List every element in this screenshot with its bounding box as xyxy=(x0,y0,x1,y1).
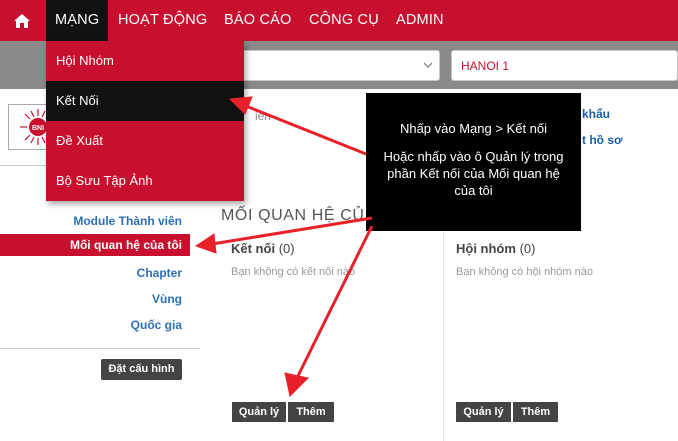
sidebar-item-chapter[interactable]: Chapter xyxy=(137,266,182,280)
connections-panel-header: Kết nối (0) xyxy=(231,241,295,256)
change-password-link[interactable]: khẩu xyxy=(582,107,610,121)
groups-add-button[interactable]: Thêm xyxy=(513,402,558,422)
callout-line-1: Nhấp vào Mạng > Kết nối xyxy=(399,121,548,136)
nav-hoat-dong[interactable]: HOẠT ĐỘNG xyxy=(118,0,207,41)
sidebar-item-quoc-gia[interactable]: Quốc gia xyxy=(131,318,182,332)
connections-title: Kết nối xyxy=(231,241,276,256)
network-dropdown-menu: Hội Nhóm Kết Nối Đề Xuất Bộ Sưu Tập Ảnh xyxy=(46,41,244,201)
connections-manage-button[interactable]: Quản lý xyxy=(232,402,286,422)
groups-empty-text: Bạn không có hội nhóm nào xyxy=(456,266,593,278)
nav-bao-cao[interactable]: BÁO CÁO xyxy=(224,0,291,41)
sidebar-item-moi-quan-he[interactable]: Mối quan hệ của tôi xyxy=(70,238,182,252)
groups-manage-button[interactable]: Quản lý xyxy=(456,402,511,422)
menu-item-ket-noi[interactable]: Kết Nối xyxy=(46,81,244,121)
groups-title: Hội nhóm xyxy=(456,241,516,256)
sidebar-item-vung[interactable]: Vùng xyxy=(152,292,182,306)
edit-profile-link[interactable]: t hồ sơ xyxy=(582,133,623,147)
menu-item-de-xuat[interactable]: Đề Xuất xyxy=(46,121,244,161)
instruction-callout: Nhấp vào Mạng > Kết nối Hoặc nhấp vào ô … xyxy=(366,93,581,231)
groups-panel-header: Hội nhóm (0) xyxy=(456,241,535,256)
nav-mang[interactable]: MẠNG xyxy=(46,0,109,41)
connections-count: (0) xyxy=(278,241,295,256)
page: { "nav": { "items": ["MẠNG", "HOẠT ĐỘNG"… xyxy=(0,0,678,441)
configure-button[interactable]: Đặt cấu hình xyxy=(101,359,182,380)
connections-empty-text: Bạn không có kết nối nào xyxy=(231,266,356,278)
region-select[interactable]: HANOI 1 xyxy=(451,50,678,81)
chevron-down-icon xyxy=(423,62,433,68)
profile-field-label: iên xyxy=(255,109,272,123)
connections-add-button[interactable]: Thêm xyxy=(288,402,334,422)
region-select-value: HANOI 1 xyxy=(461,59,510,73)
nav-admin[interactable]: ADMIN xyxy=(396,0,444,41)
menu-item-hoi-nhom[interactable]: Hội Nhóm xyxy=(46,41,244,81)
nav-cong-cu[interactable]: CÔNG CỤ xyxy=(309,0,379,41)
sidebar-bottom-divider xyxy=(0,348,200,349)
menu-item-bo-suu-tap-anh[interactable]: Bộ Sưu Tập Ảnh xyxy=(46,161,244,201)
home-button[interactable] xyxy=(4,5,40,37)
top-nav: MẠNG HOẠT ĐỘNG BÁO CÁO CÔNG CỤ ADMIN xyxy=(0,0,678,41)
svg-text:BNI: BNI xyxy=(32,125,44,132)
groups-count: (0) xyxy=(519,241,536,256)
country-select[interactable] xyxy=(230,50,440,81)
home-icon xyxy=(14,14,30,28)
callout-line-2: Hoặc nhấp vào ô Quản lý trong phần Kết n… xyxy=(383,149,564,198)
page-title: MỐI QUAN HỆ CỦ xyxy=(221,207,365,224)
sidebar-item-module-thanh-vien[interactable]: Module Thành viên xyxy=(73,214,182,228)
